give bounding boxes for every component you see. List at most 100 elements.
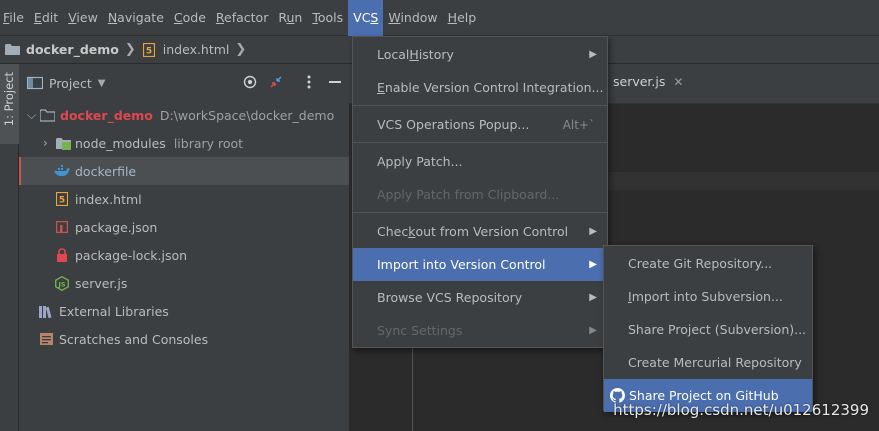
menu-item-label: Share Project (Subversion)... bbox=[628, 322, 807, 337]
editor-tab-label: server.js bbox=[613, 74, 666, 89]
menu-item-label: Import into Version Control bbox=[377, 257, 546, 272]
menu-tools[interactable]: Tools bbox=[307, 0, 348, 36]
menu-item-label: mport into Subversion... bbox=[631, 289, 783, 304]
mnemonic: E bbox=[33, 9, 42, 25]
breadcrumb-file[interactable]: 5 index.html bbox=[141, 42, 229, 58]
menu-label: VC bbox=[353, 9, 371, 25]
tree-item-server-js[interactable]: JS server.js bbox=[19, 269, 349, 297]
menu-edit[interactable]: Edit bbox=[29, 0, 63, 36]
menu-label: ools bbox=[317, 9, 344, 25]
mnemonic: k bbox=[408, 224, 416, 239]
collapse-all-icon[interactable] bbox=[268, 75, 284, 91]
locate-file-icon[interactable] bbox=[242, 75, 258, 91]
tree-item-label: Scratches and Consoles bbox=[59, 331, 209, 347]
menu-item-enable-vcs-integration[interactable]: Enable Version Control Integration... bbox=[353, 71, 607, 104]
npm-file-icon bbox=[54, 219, 70, 235]
menu-item-apply-patch[interactable]: Apply Patch... bbox=[353, 145, 607, 178]
menu-label: avigate bbox=[117, 9, 164, 25]
menu-item-checkout[interactable]: Chec k out from Version Control ▶ bbox=[353, 215, 607, 248]
menu-help[interactable]: Help bbox=[443, 0, 482, 36]
svg-text:JS: JS bbox=[57, 280, 65, 288]
menu-separator bbox=[353, 105, 607, 106]
menu-item-label: nable Version Control Integration... bbox=[384, 80, 604, 95]
watermark-text: https://blog.csdn.net/u012612399 bbox=[613, 401, 869, 419]
menu-item-label: VCS Operations Popup... bbox=[377, 117, 530, 132]
menu-item-local-history[interactable]: Local History ▶ bbox=[353, 38, 607, 71]
tree-item-package-lock-json[interactable]: package-lock.json bbox=[19, 241, 349, 269]
breadcrumb-project[interactable]: docker_demo bbox=[4, 42, 119, 58]
menu-item-create-mercurial-repository[interactable]: Create Mercurial Repository bbox=[604, 346, 812, 379]
menu-bar: File Edit View Navigate Code Refactor Ru… bbox=[0, 0, 879, 36]
tree-item-label: package-lock.json bbox=[75, 247, 188, 263]
menu-view[interactable]: View bbox=[63, 0, 103, 36]
tree-item-path: D:\workSpace\docker_demo bbox=[159, 107, 335, 123]
svg-text:5: 5 bbox=[146, 46, 152, 56]
menu-label: dit bbox=[41, 9, 59, 25]
chevron-right-icon: ❯ bbox=[235, 42, 247, 57]
hide-panel-icon[interactable] bbox=[327, 75, 343, 91]
menu-item-label: Create Git Repository... bbox=[628, 256, 773, 271]
menu-label: ode bbox=[182, 9, 206, 25]
menu-item-create-git-repository[interactable]: Create Git Repository... bbox=[604, 247, 812, 280]
menu-item-import-into-subversion[interactable]: Import into Subversion... bbox=[604, 280, 812, 313]
menu-label: elp bbox=[457, 9, 477, 25]
menu-item-vcs-operations-popup[interactable]: VCS Operations Popup... Alt+` bbox=[353, 108, 607, 141]
tree-item-node-modules[interactable]: › node_modules library root bbox=[19, 129, 349, 157]
menu-item-label: out from Version Control bbox=[415, 224, 569, 239]
mnemonic: N bbox=[107, 9, 118, 25]
mnemonic: S bbox=[370, 9, 379, 25]
submenu-arrow-icon: ▶ bbox=[589, 226, 597, 237]
editor-tab-server-js[interactable]: server.js ✕ bbox=[605, 74, 683, 89]
lock-icon bbox=[54, 247, 70, 263]
submenu-arrow-icon: ▶ bbox=[589, 325, 597, 336]
tree-item-package-json[interactable]: package.json bbox=[19, 213, 349, 241]
nodejs-file-icon: JS bbox=[54, 275, 70, 291]
tree-item-label: External Libraries bbox=[59, 303, 169, 319]
mnemonic: R bbox=[215, 9, 225, 25]
submenu-arrow-icon: ▶ bbox=[589, 292, 597, 303]
chevron-down-icon[interactable]: ▼ bbox=[98, 78, 106, 89]
menu-item-shortcut: Alt+` bbox=[562, 117, 595, 132]
menu-item-label: istory bbox=[418, 47, 454, 62]
menu-item-browse-vcs-repository[interactable]: Browse VCS Repository ▶ bbox=[353, 281, 607, 314]
tree-item-index-html[interactable]: 5 index.html bbox=[19, 185, 349, 213]
menu-separator bbox=[353, 212, 607, 213]
html-file-icon: 5 bbox=[54, 191, 70, 207]
menu-file[interactable]: File bbox=[0, 0, 29, 36]
menu-run[interactable]: Run bbox=[273, 0, 307, 36]
chevron-down-icon[interactable]: ⌵ bbox=[27, 108, 39, 123]
mnemonic: C bbox=[173, 9, 183, 25]
menu-vcs[interactable]: VCS bbox=[348, 0, 384, 36]
more-options-icon[interactable] bbox=[301, 75, 317, 91]
tree-item-scratches[interactable]: Scratches and Consoles bbox=[19, 325, 349, 353]
tree-item-project-root[interactable]: ⌵ docker_demo D:\workSpace\docker_demo bbox=[19, 101, 349, 129]
import-into-vcs-submenu: Create Git Repository... Import into Sub… bbox=[603, 245, 813, 412]
tree-item-hint: library root bbox=[173, 135, 244, 151]
submenu-arrow-icon: ▶ bbox=[589, 49, 597, 60]
menu-item-import-into-vcs[interactable]: Import into Version Control ▶ bbox=[353, 248, 607, 281]
menu-item-sync-settings: Sync Settings ▶ bbox=[353, 314, 607, 347]
breadcrumb-project-label: docker_demo bbox=[26, 42, 119, 57]
menu-item-apply-patch-clipboard: Apply Patch from Clipboard... bbox=[353, 178, 607, 211]
menu-item-label: Apply Patch... bbox=[377, 154, 463, 169]
menu-item-label: Chec bbox=[377, 224, 409, 239]
menu-label: iew bbox=[76, 9, 98, 25]
menu-navigate[interactable]: Navigate bbox=[103, 0, 169, 36]
menu-separator bbox=[353, 142, 607, 143]
tree-item-label: package.json bbox=[75, 219, 158, 235]
mnemonic: E bbox=[377, 80, 385, 95]
tree-item-external-libraries[interactable]: External Libraries bbox=[19, 297, 349, 325]
menu-item-share-subversion[interactable]: Share Project (Subversion)... bbox=[604, 313, 812, 346]
panel-title[interactable]: Project bbox=[49, 76, 92, 91]
folder-icon bbox=[4, 42, 20, 58]
menu-code[interactable]: Code bbox=[169, 0, 211, 36]
tree-item-label: node_modules bbox=[75, 135, 166, 151]
close-icon[interactable]: ✕ bbox=[673, 75, 683, 89]
scratches-icon bbox=[38, 331, 54, 347]
tree-item-dockerfile[interactable]: dockerfile bbox=[19, 157, 349, 185]
menu-item-label: Apply Patch from Clipboard... bbox=[377, 187, 560, 202]
library-folder-icon bbox=[55, 135, 71, 151]
chevron-right-icon[interactable]: › bbox=[43, 136, 55, 150]
menu-refactor[interactable]: Refactor bbox=[211, 0, 273, 36]
menu-window[interactable]: Window bbox=[383, 0, 442, 36]
